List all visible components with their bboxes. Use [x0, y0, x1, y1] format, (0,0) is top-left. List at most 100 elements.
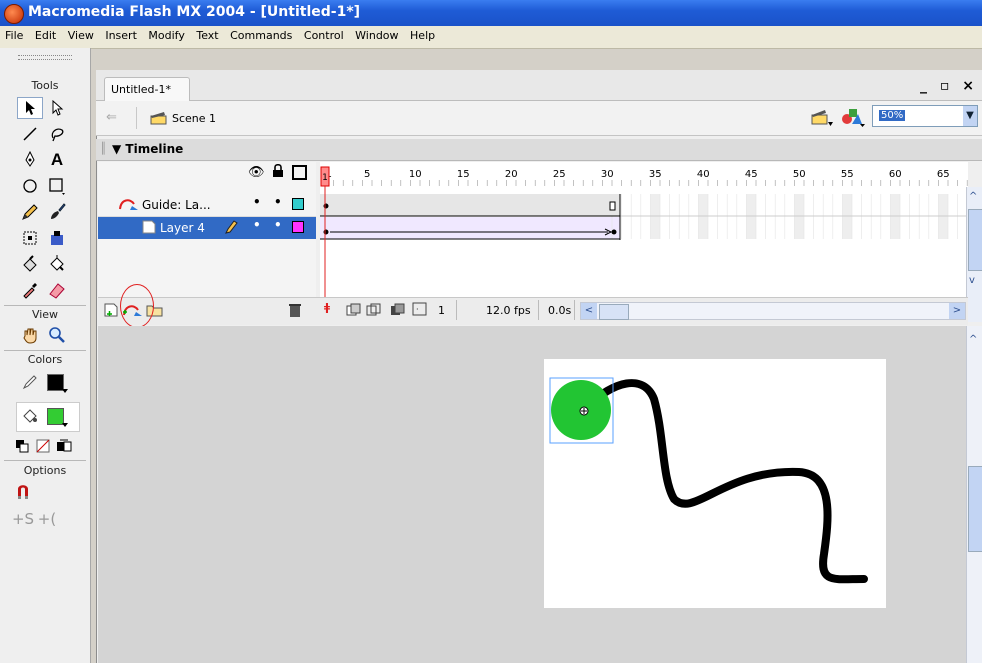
- frame-rate[interactable]: 12.0 fps: [486, 304, 531, 317]
- lasso-tool-icon[interactable]: [44, 123, 70, 145]
- scroll-thumb[interactable]: [599, 304, 629, 320]
- menu-file[interactable]: File: [0, 26, 26, 42]
- line-tool-icon[interactable]: [17, 123, 43, 145]
- menu-window[interactable]: Window: [350, 26, 401, 42]
- fill-color-swatch[interactable]: [42, 405, 68, 427]
- oval-tool-icon[interactable]: [17, 175, 43, 197]
- scroll-right-icon[interactable]: >: [949, 303, 965, 319]
- paint-bucket-tool-icon[interactable]: [44, 253, 70, 275]
- pencil-edit-icon: [224, 219, 238, 238]
- menu-help[interactable]: Help: [405, 26, 438, 42]
- zoom-value: 50%: [879, 110, 906, 121]
- scene-clapper-icon: [150, 111, 168, 128]
- center-frame-icon[interactable]: ǂ: [324, 301, 330, 314]
- menu-view[interactable]: View: [63, 26, 97, 42]
- scroll-thumb[interactable]: [968, 209, 982, 271]
- text-tool-icon[interactable]: A: [44, 149, 70, 171]
- pen-tool-icon[interactable]: [17, 149, 43, 171]
- smooth-icon[interactable]: +S: [10, 508, 36, 530]
- scroll-up-icon[interactable]: ^: [969, 334, 977, 345]
- keyframe-dot: [323, 229, 329, 235]
- tools-title: Tools: [31, 79, 59, 92]
- frame-number: 65: [937, 169, 950, 180]
- edit-scene-icon[interactable]: [810, 108, 834, 131]
- hand-tool-icon[interactable]: [17, 324, 43, 346]
- zoom-select[interactable]: 50% ▼: [872, 105, 978, 127]
- scene-label[interactable]: Scene 1: [172, 112, 216, 125]
- menu-modify[interactable]: Modify: [143, 26, 187, 42]
- scroll-down-icon[interactable]: v: [969, 275, 975, 286]
- ink-bottle-tool-icon[interactable]: [17, 253, 43, 275]
- frames-grid[interactable]: 151015202530354045505560651: [320, 162, 968, 297]
- arrow-tool-icon[interactable]: [17, 97, 43, 119]
- straighten-icon[interactable]: +(: [34, 508, 60, 530]
- layer-outline-swatch[interactable]: [292, 198, 304, 210]
- document-tab[interactable]: Untitled-1*: [104, 77, 190, 101]
- stroke-color-swatch[interactable]: [42, 371, 68, 393]
- menu-text[interactable]: Text: [191, 26, 221, 42]
- stage[interactable]: [544, 359, 886, 608]
- frame-number: 40: [697, 169, 710, 180]
- free-transform-tool-icon[interactable]: [17, 227, 43, 249]
- layer-outline-swatch[interactable]: [292, 221, 304, 233]
- chevron-down-icon[interactable]: ▼: [963, 106, 977, 126]
- visibility-dot[interactable]: •: [253, 195, 261, 209]
- eyedropper-tool-icon[interactable]: [17, 279, 43, 301]
- pencil-tool-icon[interactable]: [17, 201, 43, 223]
- modify-onion-markers-icon[interactable]: ·: [412, 302, 428, 319]
- menu-edit[interactable]: Edit: [30, 26, 59, 42]
- keyframe-dot: [323, 203, 329, 209]
- snap-magnet-icon[interactable]: [10, 480, 36, 502]
- lock-dot[interactable]: •: [274, 195, 282, 209]
- scroll-up-icon[interactable]: ^: [969, 191, 977, 202]
- lock-dot[interactable]: •: [274, 218, 282, 232]
- panel-grip[interactable]: [18, 55, 72, 60]
- eye-icon[interactable]: 👁: [248, 165, 265, 180]
- scroll-thumb[interactable]: [968, 466, 982, 552]
- back-arrow-icon[interactable]: ⇐: [106, 110, 117, 125]
- timeline-header[interactable]: ║ ▼ Timeline: [96, 139, 982, 161]
- subselect-tool-icon[interactable]: [44, 97, 70, 119]
- title-bar: Macromedia Flash MX 2004 - [Untitled-1*]: [0, 0, 982, 26]
- rectangle-tool-icon[interactable]: [44, 175, 70, 197]
- scroll-left-icon[interactable]: <: [581, 303, 597, 319]
- timeline-footer: ǂ · 1 12.0 fps 0.0s < >: [98, 284, 968, 328]
- lock-icon[interactable]: [272, 163, 284, 182]
- timeline-horizontal-scrollbar[interactable]: < >: [580, 302, 966, 320]
- edit-symbols-icon[interactable]: [840, 106, 866, 131]
- document-tab-label: Untitled-1*: [111, 83, 171, 96]
- layer-row-layer4[interactable]: Layer 4 • •: [98, 217, 316, 239]
- stage-vertical-scrollbar[interactable]: ^: [966, 326, 982, 663]
- onion-skin-icon[interactable]: [346, 303, 362, 320]
- collapse-triangle-icon[interactable]: ▼: [112, 142, 125, 156]
- layer-column-headers: 👁: [98, 162, 316, 187]
- frame-number: 35: [649, 169, 662, 180]
- frame-number: 50: [793, 169, 806, 180]
- panel-grip[interactable]: ║: [100, 142, 107, 155]
- brush-tool-icon[interactable]: [44, 201, 70, 223]
- visibility-dot[interactable]: •: [253, 218, 261, 232]
- no-color-icon[interactable]: [32, 435, 54, 457]
- menu-insert[interactable]: Insert: [100, 26, 140, 42]
- menu-commands[interactable]: Commands: [225, 26, 295, 42]
- elapsed-time: 0.0s: [548, 304, 572, 317]
- edit-multiple-frames-icon[interactable]: [390, 303, 406, 320]
- outline-icon[interactable]: [292, 165, 307, 180]
- timeline-vertical-scrollbar[interactable]: ^ v: [966, 187, 982, 322]
- onion-outlines-icon[interactable]: [366, 303, 382, 320]
- layer-row-guide[interactable]: Guide: La... • •: [98, 194, 316, 217]
- guide-layer-icon: [118, 197, 140, 214]
- window-controls[interactable]: _ ▫ ×: [920, 78, 978, 94]
- fill-transform-tool-icon[interactable]: [44, 227, 70, 249]
- swap-colors-icon[interactable]: [53, 435, 75, 457]
- eraser-tool-icon[interactable]: [44, 279, 70, 301]
- menu-bar: File Edit View Insert Modify Text Comman…: [0, 26, 982, 49]
- guide-keyframe-span: [320, 194, 620, 216]
- zoom-tool-icon[interactable]: [44, 324, 70, 346]
- black-white-icon[interactable]: [11, 435, 33, 457]
- colors-section-label: Colors: [27, 353, 63, 366]
- frame-number: 60: [889, 169, 902, 180]
- stage-canvas[interactable]: [544, 359, 886, 608]
- menu-control[interactable]: Control: [299, 26, 347, 42]
- trash-icon[interactable]: [288, 302, 302, 321]
